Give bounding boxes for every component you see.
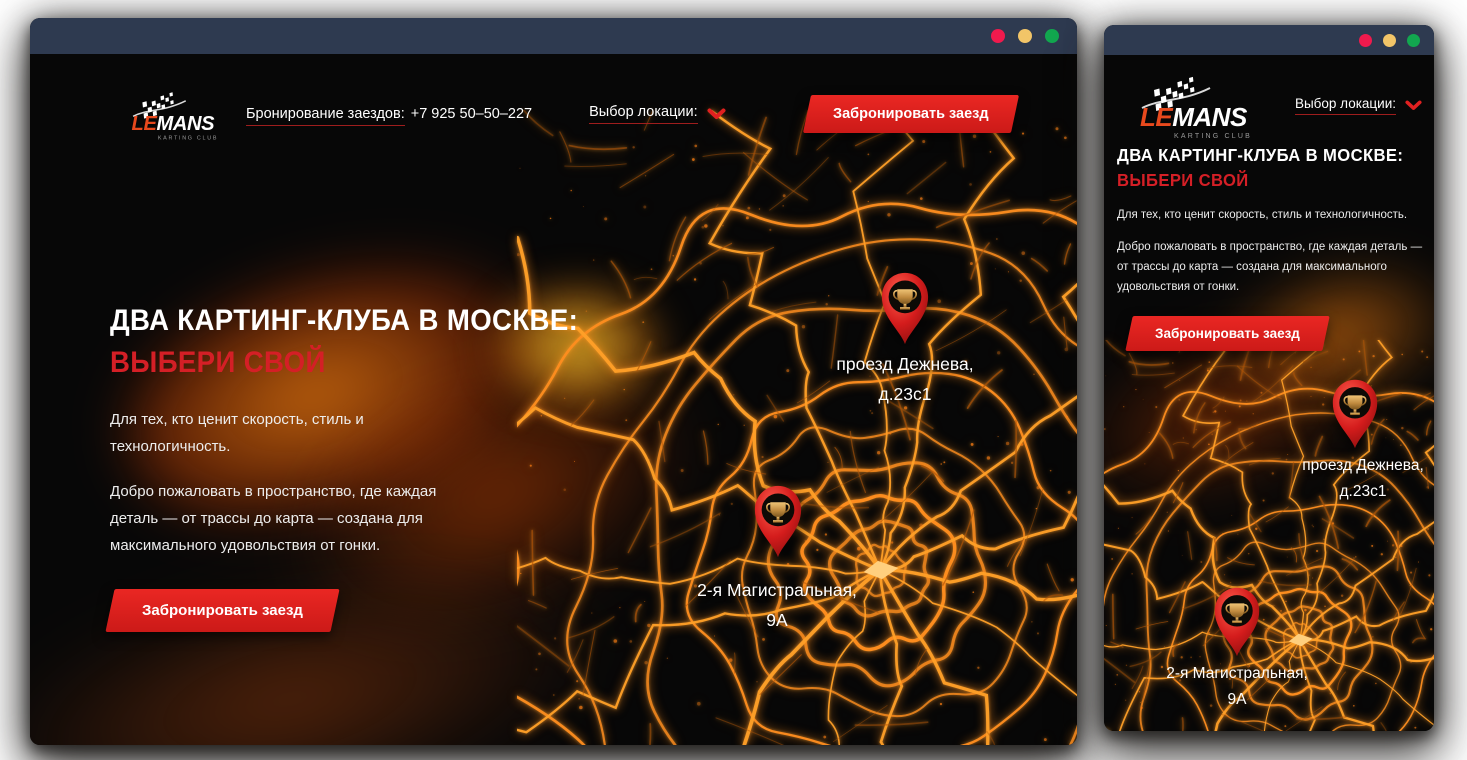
chevron-down-icon bbox=[1405, 100, 1422, 111]
location-selector-label: Выбор локации: bbox=[1295, 96, 1396, 115]
book-button-hero[interactable]: Забронировать заезд bbox=[1125, 316, 1329, 351]
map-pin-label: проезд Дежнева, д.23с1 bbox=[785, 350, 1025, 410]
hero-paragraph-2: Добро пожаловать в пространство, где каж… bbox=[1117, 237, 1429, 297]
hero-title: ДВА КАРТИНГ-КЛУБА В МОСКВЕ: bbox=[1117, 145, 1412, 166]
titlebar-dot-red[interactable] bbox=[1359, 34, 1372, 47]
site-header: LEMANS KARTING CLUB Бронирование заездов… bbox=[30, 66, 1077, 162]
booking-phone-number: +7 925 50–50–227 bbox=[411, 106, 532, 122]
titlebar-dot-yellow[interactable] bbox=[1383, 34, 1396, 47]
map-pin-label: 2-я Магистральная, 9А bbox=[657, 576, 897, 636]
map-pin-label: проезд Дежнева, д.23с1 bbox=[1243, 453, 1434, 504]
book-button-hero[interactable]: Забронировать заезд bbox=[105, 589, 339, 632]
moscow-roads-map bbox=[517, 110, 1077, 745]
titlebar-dot-green[interactable] bbox=[1407, 34, 1420, 47]
lemans-logo[interactable]: LEMANS KARTING CLUB bbox=[130, 78, 226, 150]
page-content: LEMANS KARTING CLUB Выбор локации: ДВА К… bbox=[1104, 55, 1434, 731]
titlebar bbox=[30, 18, 1077, 54]
titlebar-dot-yellow[interactable] bbox=[1018, 29, 1032, 43]
hero-section: ДВА КАРТИНГ-КЛУБА В МОСКВЕ: ВЫБЕРИ СВОЙ … bbox=[1117, 145, 1427, 351]
page-content: LEMANS KARTING CLUB Бронирование заездов… bbox=[30, 54, 1077, 745]
location-selector[interactable]: Выбор локации: bbox=[1295, 96, 1422, 115]
map-pin-dezhneva[interactable] bbox=[876, 269, 934, 346]
mobile-browser-window: LEMANS KARTING CLUB Выбор локации: ДВА К… bbox=[1104, 25, 1434, 731]
map-pin-label: 2-я Магистральная, 9А bbox=[1117, 661, 1357, 712]
hero-subtitle: ВЫБЕРИ СВОЙ bbox=[110, 346, 533, 380]
map-pin-magistralnaya[interactable] bbox=[749, 482, 807, 559]
titlebar-dot-green[interactable] bbox=[1045, 29, 1059, 43]
titlebar-dot-red[interactable] bbox=[991, 29, 1005, 43]
logo-wordmark: LEMANS bbox=[1140, 102, 1248, 132]
booking-phone[interactable]: Бронирование заездов:+7 925 50–50–227 bbox=[246, 106, 532, 122]
map-pin-magistralnaya[interactable] bbox=[1209, 584, 1265, 658]
hero-section: ДВА КАРТИНГ-КЛУБА В МОСКВЕ: ВЫБЕРИ СВОЙ … bbox=[110, 304, 570, 632]
logo-wordmark: LEMANS bbox=[132, 113, 216, 135]
book-button-header[interactable]: Забронировать заезд bbox=[803, 95, 1019, 133]
logo-tagline: KARTING CLUB bbox=[1174, 133, 1252, 140]
lemans-logo[interactable]: LEMANS KARTING CLUB bbox=[1138, 68, 1262, 142]
titlebar bbox=[1104, 25, 1434, 55]
hero-title: ДВА КАРТИНГ-КЛУБА В МОСКВЕ: bbox=[110, 304, 533, 338]
chevron-down-icon bbox=[707, 108, 726, 120]
location-selector[interactable]: Выбор локации: bbox=[589, 104, 726, 124]
site-header: LEMANS KARTING CLUB Выбор локации: bbox=[1104, 63, 1434, 147]
logo-tagline: KARTING CLUB bbox=[158, 136, 218, 142]
map-pin-dezhneva[interactable] bbox=[1327, 376, 1383, 450]
hero-paragraph-1: Для тех, кто ценит скорость, стиль и тех… bbox=[110, 406, 440, 460]
hero-paragraph-2: Добро пожаловать в пространство, где каж… bbox=[110, 478, 440, 559]
hero-subtitle: ВЫБЕРИ СВОЙ bbox=[1117, 170, 1412, 191]
location-selector-label: Выбор локации: bbox=[589, 104, 698, 124]
hero-paragraph-1: Для тех, кто ценит скорость, стиль и тех… bbox=[1117, 205, 1429, 225]
booking-phone-label: Бронирование заездов: bbox=[246, 106, 405, 126]
desktop-browser-window: LEMANS KARTING CLUB Бронирование заездов… bbox=[30, 18, 1077, 745]
